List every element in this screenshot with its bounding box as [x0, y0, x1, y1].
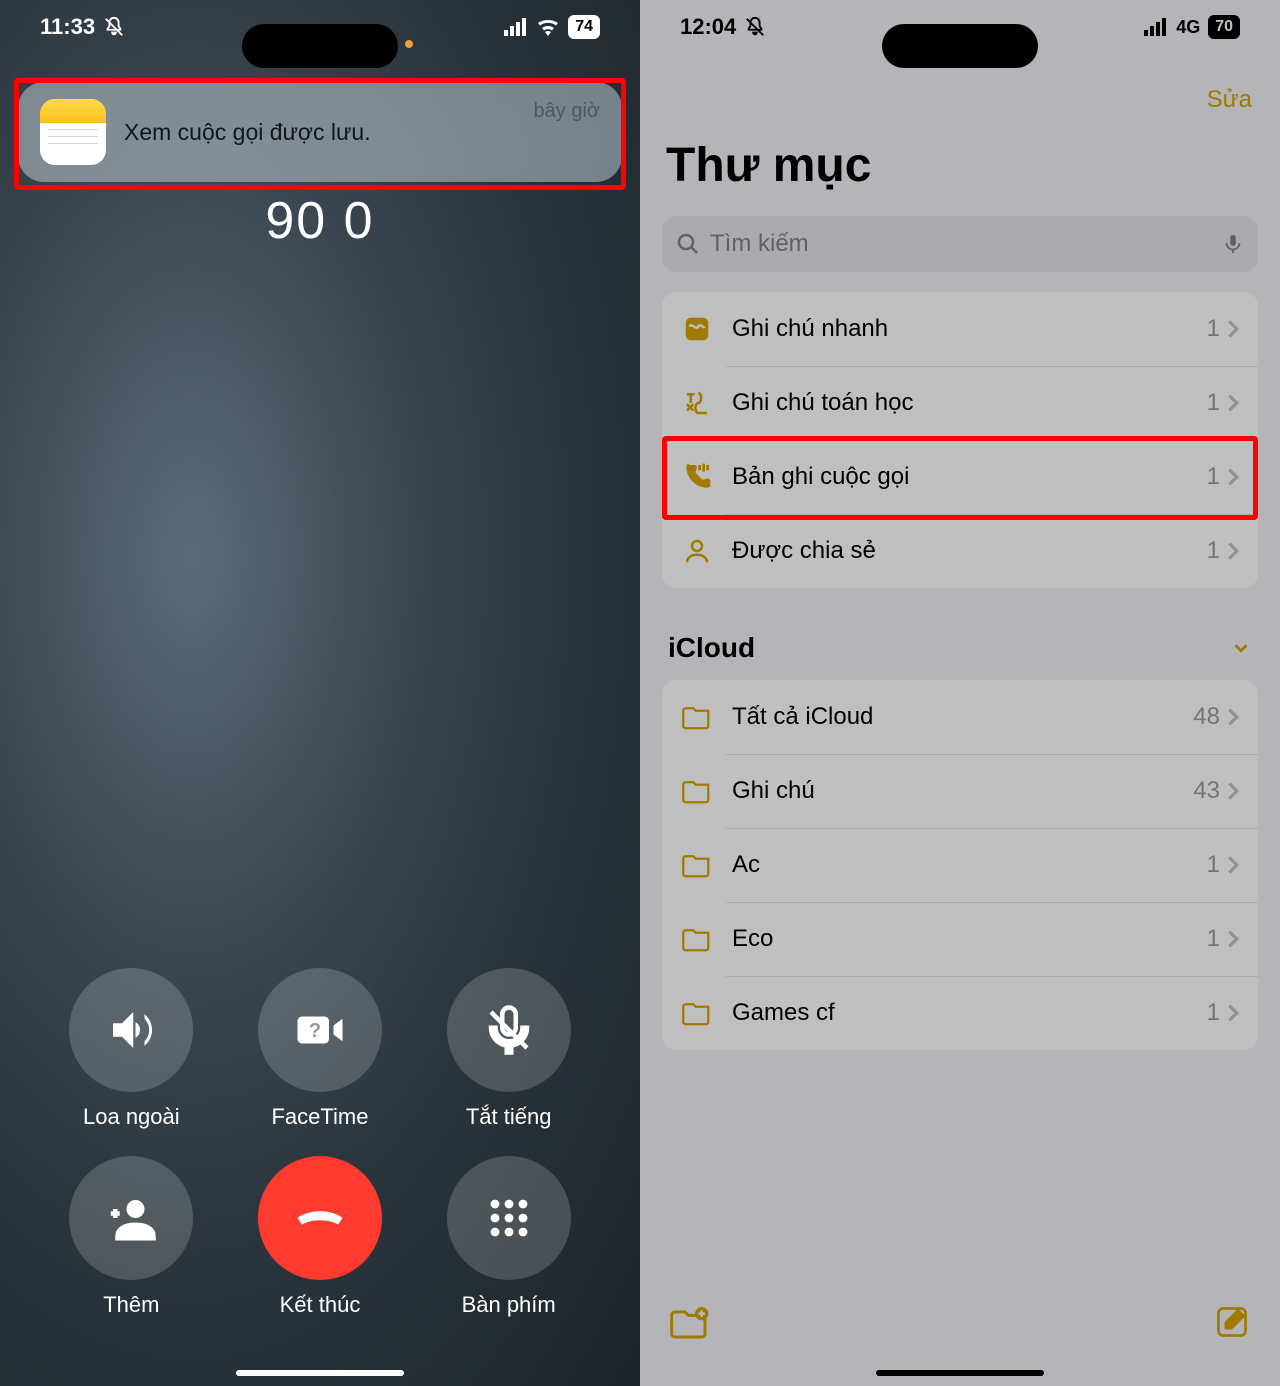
home-indicator[interactable]: [876, 1370, 1044, 1376]
facetime-button[interactable]: ? FaceTime: [258, 968, 382, 1130]
folder-name: Eco: [732, 925, 1207, 953]
cellular-signal-icon: [1144, 18, 1168, 36]
folder-count: 1: [1207, 925, 1220, 953]
chevron-right-icon: [1226, 855, 1240, 875]
folder-row[interactable]: Được chia sẻ1: [662, 514, 1258, 588]
home-indicator[interactable]: [236, 1370, 404, 1376]
folder-count: 1: [1207, 537, 1220, 565]
folder-row[interactable]: Ghi chú toán học1: [662, 366, 1258, 440]
folder-icon: [680, 312, 714, 346]
mute-button[interactable]: Tắt tiếng: [447, 968, 571, 1130]
folder-count: 1: [1207, 315, 1220, 343]
chevron-right-icon: [1226, 467, 1240, 487]
cellular-signal-icon: [504, 18, 528, 36]
folder-icon: [680, 460, 714, 494]
call-controls: Loa ngoài ? FaceTime Tắt tiếng Thêm Kết …: [0, 968, 640, 1318]
search-field[interactable]: Tìm kiếm: [662, 216, 1258, 272]
folder-count: 1: [1207, 463, 1220, 491]
bottom-toolbar: [640, 1294, 1280, 1350]
folder-icon: [680, 534, 714, 568]
keypad-button[interactable]: Bàn phím: [447, 1156, 571, 1318]
icloud-section-header[interactable]: iCloud: [668, 632, 1252, 664]
battery-icon: 74: [568, 15, 600, 39]
folder-icon: [680, 700, 714, 734]
folder-count: 1: [1207, 999, 1220, 1027]
microphone-icon[interactable]: [1222, 231, 1244, 257]
folder-count: 43: [1193, 777, 1220, 805]
status-time: 12:04: [680, 14, 736, 40]
call-screen: 11:33 74 Xem cuộc gọi được lưu. bây giờ: [0, 0, 640, 1386]
status-time: 11:33: [40, 14, 95, 40]
folder-name: Ghi chú: [732, 777, 1193, 805]
folder-icon: [680, 922, 714, 956]
dynamic-island: [882, 24, 1038, 68]
folder-row[interactable]: Ghi chú43: [662, 754, 1258, 828]
new-folder-button[interactable]: [670, 1305, 710, 1339]
chevron-down-icon: [1230, 637, 1252, 659]
page-title: Thư mục: [666, 138, 871, 193]
folder-row[interactable]: Eco1: [662, 902, 1258, 976]
compose-note-button[interactable]: [1214, 1304, 1250, 1340]
dynamic-island: [242, 24, 398, 68]
notification-time: bây giờ: [534, 100, 600, 123]
folder-name: Ghi chú nhanh: [732, 315, 1207, 343]
battery-icon: 70: [1208, 15, 1240, 39]
chevron-right-icon: [1226, 929, 1240, 949]
folder-name: Bản ghi cuộc gọi: [732, 463, 1207, 491]
folder-icon: [680, 774, 714, 808]
folder-icon: [680, 996, 714, 1030]
search-icon: [676, 232, 700, 256]
wifi-icon: [536, 18, 560, 36]
folder-icon: [680, 386, 714, 420]
notes-notification-banner[interactable]: Xem cuộc gọi được lưu. bây giờ: [18, 82, 622, 182]
bell-mute-icon: [744, 16, 766, 38]
chevron-right-icon: [1226, 319, 1240, 339]
add-contact-button[interactable]: Thêm: [69, 1156, 193, 1318]
folder-count: 1: [1207, 389, 1220, 417]
chevron-right-icon: [1226, 707, 1240, 727]
edit-button[interactable]: Sửa: [1207, 86, 1252, 114]
folder-row[interactable]: Ghi chú nhanh1: [662, 292, 1258, 366]
folder-name: Ghi chú toán học: [732, 389, 1207, 417]
icloud-folders-group: Tất cả iCloud48Ghi chú43Ac1Eco1Games cf1: [662, 680, 1258, 1050]
notification-title: Xem cuộc gọi được lưu.: [124, 119, 534, 146]
chevron-right-icon: [1226, 781, 1240, 801]
end-call-button[interactable]: Kết thúc: [258, 1156, 382, 1318]
folder-row[interactable]: Games cf1: [662, 976, 1258, 1050]
bell-mute-icon: [103, 16, 125, 38]
folder-name: Tất cả iCloud: [732, 703, 1193, 731]
notes-app-icon: [40, 99, 106, 165]
chevron-right-icon: [1226, 1003, 1240, 1023]
notes-folders-screen: 12:04 4G 70 Sửa Thư mục Tìm kiếm Ghi chú…: [640, 0, 1280, 1386]
smart-folders-group: Ghi chú nhanh1Ghi chú toán học1Bản ghi c…: [662, 292, 1258, 588]
folder-row[interactable]: Ac1: [662, 828, 1258, 902]
folder-name: Được chia sẻ: [732, 537, 1207, 565]
folder-count: 48: [1193, 703, 1220, 731]
folder-row[interactable]: Bản ghi cuộc gọi1: [662, 440, 1258, 514]
folder-icon: [680, 848, 714, 882]
folder-row[interactable]: Tất cả iCloud48: [662, 680, 1258, 754]
folder-name: Games cf: [732, 999, 1207, 1027]
search-placeholder: Tìm kiếm: [710, 230, 809, 258]
speaker-button[interactable]: Loa ngoài: [69, 968, 193, 1130]
caller-name: 90 0: [0, 195, 640, 251]
folder-name: Ac: [732, 851, 1207, 879]
folder-count: 1: [1207, 851, 1220, 879]
chevron-right-icon: [1226, 541, 1240, 561]
network-type: 4G: [1176, 17, 1200, 38]
recording-dot-icon: [405, 40, 413, 48]
chevron-right-icon: [1226, 393, 1240, 413]
svg-text:?: ?: [309, 1020, 321, 1042]
